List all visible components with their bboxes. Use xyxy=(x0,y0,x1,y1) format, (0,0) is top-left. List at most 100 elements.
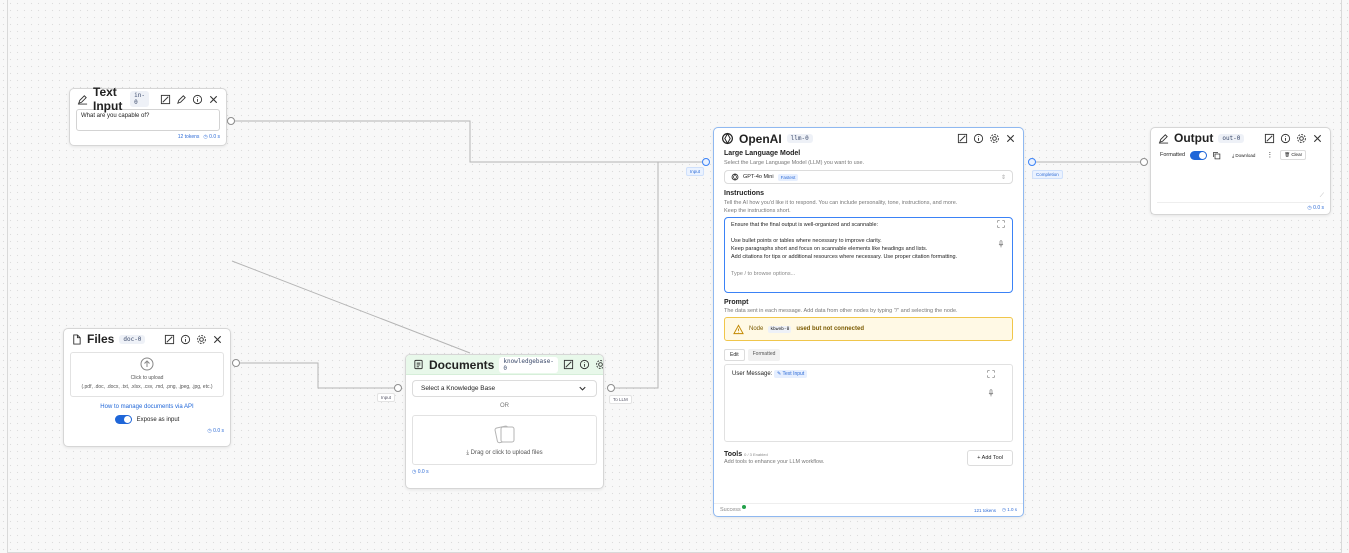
files-output-handle[interactable] xyxy=(232,359,240,367)
documents-output-handle[interactable] xyxy=(607,384,615,392)
status-text: Success xyxy=(720,507,741,513)
llm-section-title: Large Language Model xyxy=(724,150,801,157)
output-input-handle[interactable] xyxy=(1140,158,1148,166)
close-icon[interactable] xyxy=(1005,133,1016,144)
expose-label: Expose as input xyxy=(136,416,180,423)
model-select[interactable]: GPT-4o Mini Fastest ⇕ xyxy=(724,170,1013,184)
documents-node[interactable]: Documents knowledgebase-0 Select a Knowl… xyxy=(405,354,604,489)
output-node[interactable]: Output out-0 Formatted ⤓ Download ⋮ 🗑 Cl… xyxy=(1150,127,1331,215)
more-icon[interactable]: ⋮ xyxy=(1266,151,1273,159)
output-textarea[interactable]: ⟋ xyxy=(1157,165,1324,203)
status-dot xyxy=(741,505,746,509)
document-icon xyxy=(413,359,424,370)
documents-input-label: Input xyxy=(377,393,396,402)
text-input-field[interactable]: What are you capable of? xyxy=(76,109,220,131)
documents-input-handle[interactable] xyxy=(394,384,402,392)
instructions-line: Keep paragraphs short and focus on scann… xyxy=(731,246,928,252)
clear-button[interactable]: 🗑 Clear xyxy=(1280,150,1307,160)
resize-icon[interactable] xyxy=(563,359,574,370)
info-icon[interactable] xyxy=(180,334,191,345)
select-arrows-icon: ⇕ xyxy=(1000,174,1006,181)
warning-icon xyxy=(733,323,744,335)
resize-icon[interactable] xyxy=(160,94,171,105)
user-message-ref[interactable]: ✎ Text Input xyxy=(774,370,808,378)
prompt-title: Prompt xyxy=(724,299,749,306)
instructions-line: Use bullet points or tables where necess… xyxy=(731,238,882,244)
expand-icon[interactable] xyxy=(997,220,1005,228)
openai-input-label: Input xyxy=(686,167,705,176)
prompt-editor[interactable]: User Message: ✎ Text Input xyxy=(724,364,1013,442)
knowledge-base-select[interactable]: Select a Knowledge Base xyxy=(412,380,597,397)
knowledge-base-select-label: Select a Knowledge Base xyxy=(421,385,496,392)
openai-input-handle[interactable] xyxy=(702,158,710,166)
node-title: Output xyxy=(1174,131,1214,145)
documents-output-label: To LLM xyxy=(609,395,632,404)
file-upload-area[interactable]: Click to upload (.pdf, .doc, .docx, .txt… xyxy=(70,352,224,397)
instructions-line: Ensure that the final output is well-org… xyxy=(731,222,879,228)
canvas-frame xyxy=(7,0,1342,553)
warning-prefix: Node xyxy=(749,326,764,332)
microphone-icon[interactable] xyxy=(987,389,995,397)
openai-logo-icon xyxy=(731,173,739,181)
tab-edit[interactable]: Edit xyxy=(724,349,745,361)
gear-icon[interactable] xyxy=(989,133,1000,144)
run-time: ◷ 0.0 s xyxy=(207,428,224,434)
model-name: GPT-4o Mini xyxy=(743,174,774,180)
run-time: ◷ 1.0 s xyxy=(1002,507,1017,512)
documents-upload-area[interactable]: ⤓ Drag or click to upload files xyxy=(412,415,597,465)
instructions-textarea[interactable]: Ensure that the final output is well-org… xyxy=(724,217,1013,293)
or-divider: OR xyxy=(500,403,509,409)
gear-icon[interactable] xyxy=(1296,133,1307,144)
close-icon[interactable] xyxy=(212,334,223,345)
microphone-icon[interactable] xyxy=(997,240,1005,248)
file-icon xyxy=(71,333,82,345)
files-node[interactable]: Files doc-0 Click to upload (.pdf, .doc,… xyxy=(63,328,231,447)
resize-grip-icon[interactable]: ⟋ xyxy=(1320,193,1324,200)
openai-output-handle[interactable] xyxy=(1028,158,1036,166)
close-icon[interactable] xyxy=(208,94,219,105)
token-count: 121 tokens xyxy=(974,507,997,513)
node-title: OpenAI xyxy=(739,131,782,146)
pencil-icon xyxy=(77,94,88,105)
gear-icon[interactable] xyxy=(595,359,603,370)
info-icon[interactable] xyxy=(973,133,984,144)
close-icon[interactable] xyxy=(1312,133,1323,144)
resize-icon[interactable] xyxy=(1264,133,1275,144)
info-icon[interactable] xyxy=(1280,133,1291,144)
prompt-desc: The data sent in each message. Add data … xyxy=(724,308,958,314)
info-icon[interactable] xyxy=(192,94,203,105)
upload-formats: (.pdf, .doc, .docx, .txt, .xlsx, .csv, .… xyxy=(81,384,213,390)
edit-icon[interactable] xyxy=(176,94,187,105)
text-input-node[interactable]: Text Input in-0 What are you capable of?… xyxy=(69,85,227,146)
copy-icon[interactable] xyxy=(1212,151,1221,160)
node-id-badge: doc-0 xyxy=(119,334,146,344)
upload-icon xyxy=(140,357,154,371)
add-tool-button[interactable]: + Add Tool xyxy=(967,450,1013,466)
expose-toggle[interactable] xyxy=(114,415,132,424)
expand-icon[interactable] xyxy=(987,370,995,378)
instructions-line: Add citations for tips or additional res… xyxy=(731,254,958,260)
resize-icon[interactable] xyxy=(164,334,175,345)
tools-enabled: 0 / 3 Enabled xyxy=(744,451,768,457)
chevron-down-icon xyxy=(577,383,588,394)
resize-icon[interactable] xyxy=(957,133,968,144)
download-button[interactable]: ⤓ Download xyxy=(1232,153,1255,158)
info-icon[interactable] xyxy=(579,359,590,370)
node-id-badge: knowledgebase-0 xyxy=(499,356,558,373)
gear-icon[interactable] xyxy=(196,334,207,345)
node-id-badge: in-0 xyxy=(130,91,149,107)
node-title: Files xyxy=(87,332,115,346)
node-title: Text Input xyxy=(93,85,123,113)
manage-docs-link[interactable]: How to manage documents via API xyxy=(64,404,230,410)
formatted-label: Formatted xyxy=(1160,152,1186,158)
openai-logo-icon xyxy=(721,132,734,145)
formatted-toggle[interactable] xyxy=(1190,150,1208,160)
text-input-output-handle[interactable] xyxy=(227,117,235,125)
openai-node[interactable]: OpenAI llm-0 Large Language Model Select… xyxy=(713,127,1024,517)
instructions-title: Instructions xyxy=(724,190,765,197)
instructions-placeholder: Type / to browse options... xyxy=(731,271,796,277)
warning-banner: Node kbweb-0 used but not connected xyxy=(724,317,1013,341)
upload-text: Click to upload xyxy=(130,375,164,381)
warning-node-id: kbweb-0 xyxy=(768,325,792,333)
tab-formatted[interactable]: Formatted xyxy=(747,349,781,361)
